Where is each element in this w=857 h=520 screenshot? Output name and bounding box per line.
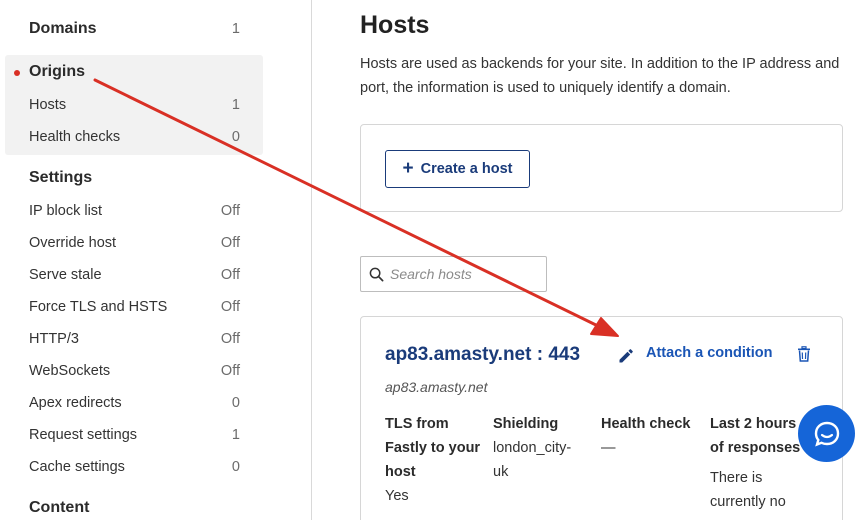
- sidebar-section-label: Domains: [29, 20, 97, 37]
- column-value: currently no: [710, 494, 786, 510]
- sidebar-item-http3[interactable]: HTTP/3 Off: [29, 331, 240, 347]
- create-host-label: Create a host: [420, 161, 513, 177]
- column-header: TLS from Fastly to your host: [385, 412, 485, 484]
- sidebar: Domains 1 Origins Hosts 1 Health checks …: [0, 0, 312, 520]
- host-column-responses: Last 2 hours of responses There is curre…: [710, 412, 810, 514]
- column-header-line: of responses: [710, 440, 801, 456]
- search-box: [360, 256, 547, 292]
- column-value: london_city-: [493, 440, 572, 456]
- sidebar-item-label: Health checks: [29, 129, 121, 145]
- sidebar-item-serve-stale[interactable]: Serve stale Off: [29, 267, 240, 283]
- main-content: Hosts Hosts are used as backends for you…: [312, 0, 857, 520]
- sidebar-section-label: Settings: [29, 169, 93, 186]
- sidebar-item-value: 0: [231, 129, 240, 145]
- sidebar-item-value: Off: [220, 363, 240, 379]
- host-column-shielding: Shielding london_city- uk: [493, 412, 593, 484]
- column-value: —: [601, 440, 616, 456]
- sidebar-item-label: WebSockets: [29, 363, 111, 379]
- sidebar-item-ip-block-list[interactable]: IP block list Off: [29, 203, 240, 219]
- host-address: ap83.amasty.net: [385, 379, 488, 395]
- column-header: Last 2 hours of responses: [710, 412, 810, 460]
- column-value: There is: [710, 470, 763, 486]
- host-column-health-check: Health check —: [601, 412, 701, 460]
- search-icon: [369, 267, 384, 281]
- sidebar-item-value: Off: [220, 235, 240, 251]
- sidebar-item-origins[interactable]: Origins: [29, 63, 240, 81]
- trash-icon[interactable]: [795, 345, 813, 363]
- column-header-line: host: [385, 464, 416, 480]
- sidebar-item-label: HTTP/3: [29, 331, 79, 347]
- column-header-line: Last 2 hours: [710, 416, 797, 432]
- create-host-card: + Create a host: [360, 124, 843, 212]
- sidebar-item-value: Off: [220, 299, 240, 315]
- sidebar-item-label: IP block list: [29, 203, 103, 219]
- sidebar-section-label: Origins: [29, 63, 86, 80]
- chat-icon: [814, 421, 839, 446]
- sidebar-item-hosts[interactable]: Hosts 1: [29, 97, 240, 113]
- sidebar-item-value: 0: [231, 395, 240, 411]
- column-value: uk: [493, 464, 509, 480]
- sidebar-item-websockets[interactable]: WebSockets Off: [29, 363, 240, 379]
- host-column-tls: TLS from Fastly to your host Yes: [385, 412, 485, 508]
- page-title: Hosts: [360, 11, 430, 39]
- plus-icon: +: [402, 157, 414, 179]
- sidebar-item-value: 1: [231, 97, 240, 113]
- pencil-icon[interactable]: [617, 347, 635, 365]
- page-description: Hosts are used as backends for your site…: [360, 56, 840, 96]
- create-host-button[interactable]: + Create a host: [385, 150, 530, 188]
- active-indicator: [14, 70, 20, 76]
- column-header: Shielding: [493, 416, 559, 432]
- sidebar-section-content[interactable]: Content: [29, 499, 240, 517]
- sidebar-item-label: Cache settings: [29, 459, 125, 475]
- sidebar-item-domains[interactable]: Domains 1: [29, 20, 240, 38]
- sidebar-item-apex-redirects[interactable]: Apex redirects 0: [29, 395, 240, 411]
- chat-button[interactable]: [798, 405, 855, 462]
- sidebar-section-settings[interactable]: Settings: [29, 169, 240, 187]
- sidebar-item-label: Serve stale: [29, 267, 102, 283]
- sidebar-item-force-tls[interactable]: Force TLS and HSTS Off: [29, 299, 240, 315]
- sidebar-item-label: Hosts: [29, 97, 67, 113]
- column-header-line: TLS from: [385, 416, 449, 432]
- sidebar-item-health-checks[interactable]: Health checks 0: [29, 129, 240, 145]
- sidebar-item-label: Apex redirects: [29, 395, 122, 411]
- host-title[interactable]: ap83.amasty.net : 443: [385, 344, 580, 366]
- sidebar-item-value: 0: [231, 459, 240, 475]
- sidebar-item-cache-settings[interactable]: Cache settings 0: [29, 459, 240, 475]
- host-card: ap83.amasty.net : 443 Attach a condition…: [360, 316, 843, 520]
- sidebar-item-label: Override host: [29, 235, 117, 251]
- search-hosts-input[interactable]: [390, 266, 540, 282]
- sidebar-item-value: Off: [220, 331, 240, 347]
- sidebar-item-value: Off: [220, 267, 240, 283]
- sidebar-item-count: 1: [231, 21, 240, 37]
- column-header-line: Fastly to your: [385, 440, 481, 456]
- sidebar-section-label: Content: [29, 499, 90, 516]
- sidebar-item-value: 1: [231, 427, 240, 443]
- sidebar-item-override-host[interactable]: Override host Off: [29, 235, 240, 251]
- column-header: Health check: [601, 416, 691, 432]
- column-value: Yes: [385, 488, 409, 504]
- sidebar-item-value: Off: [220, 203, 240, 219]
- sidebar-item-label: Request settings: [29, 427, 138, 443]
- sidebar-item-request-settings[interactable]: Request settings 1: [29, 427, 240, 443]
- attach-condition-link[interactable]: Attach a condition: [646, 345, 772, 361]
- sidebar-item-label: Force TLS and HSTS: [29, 299, 168, 315]
